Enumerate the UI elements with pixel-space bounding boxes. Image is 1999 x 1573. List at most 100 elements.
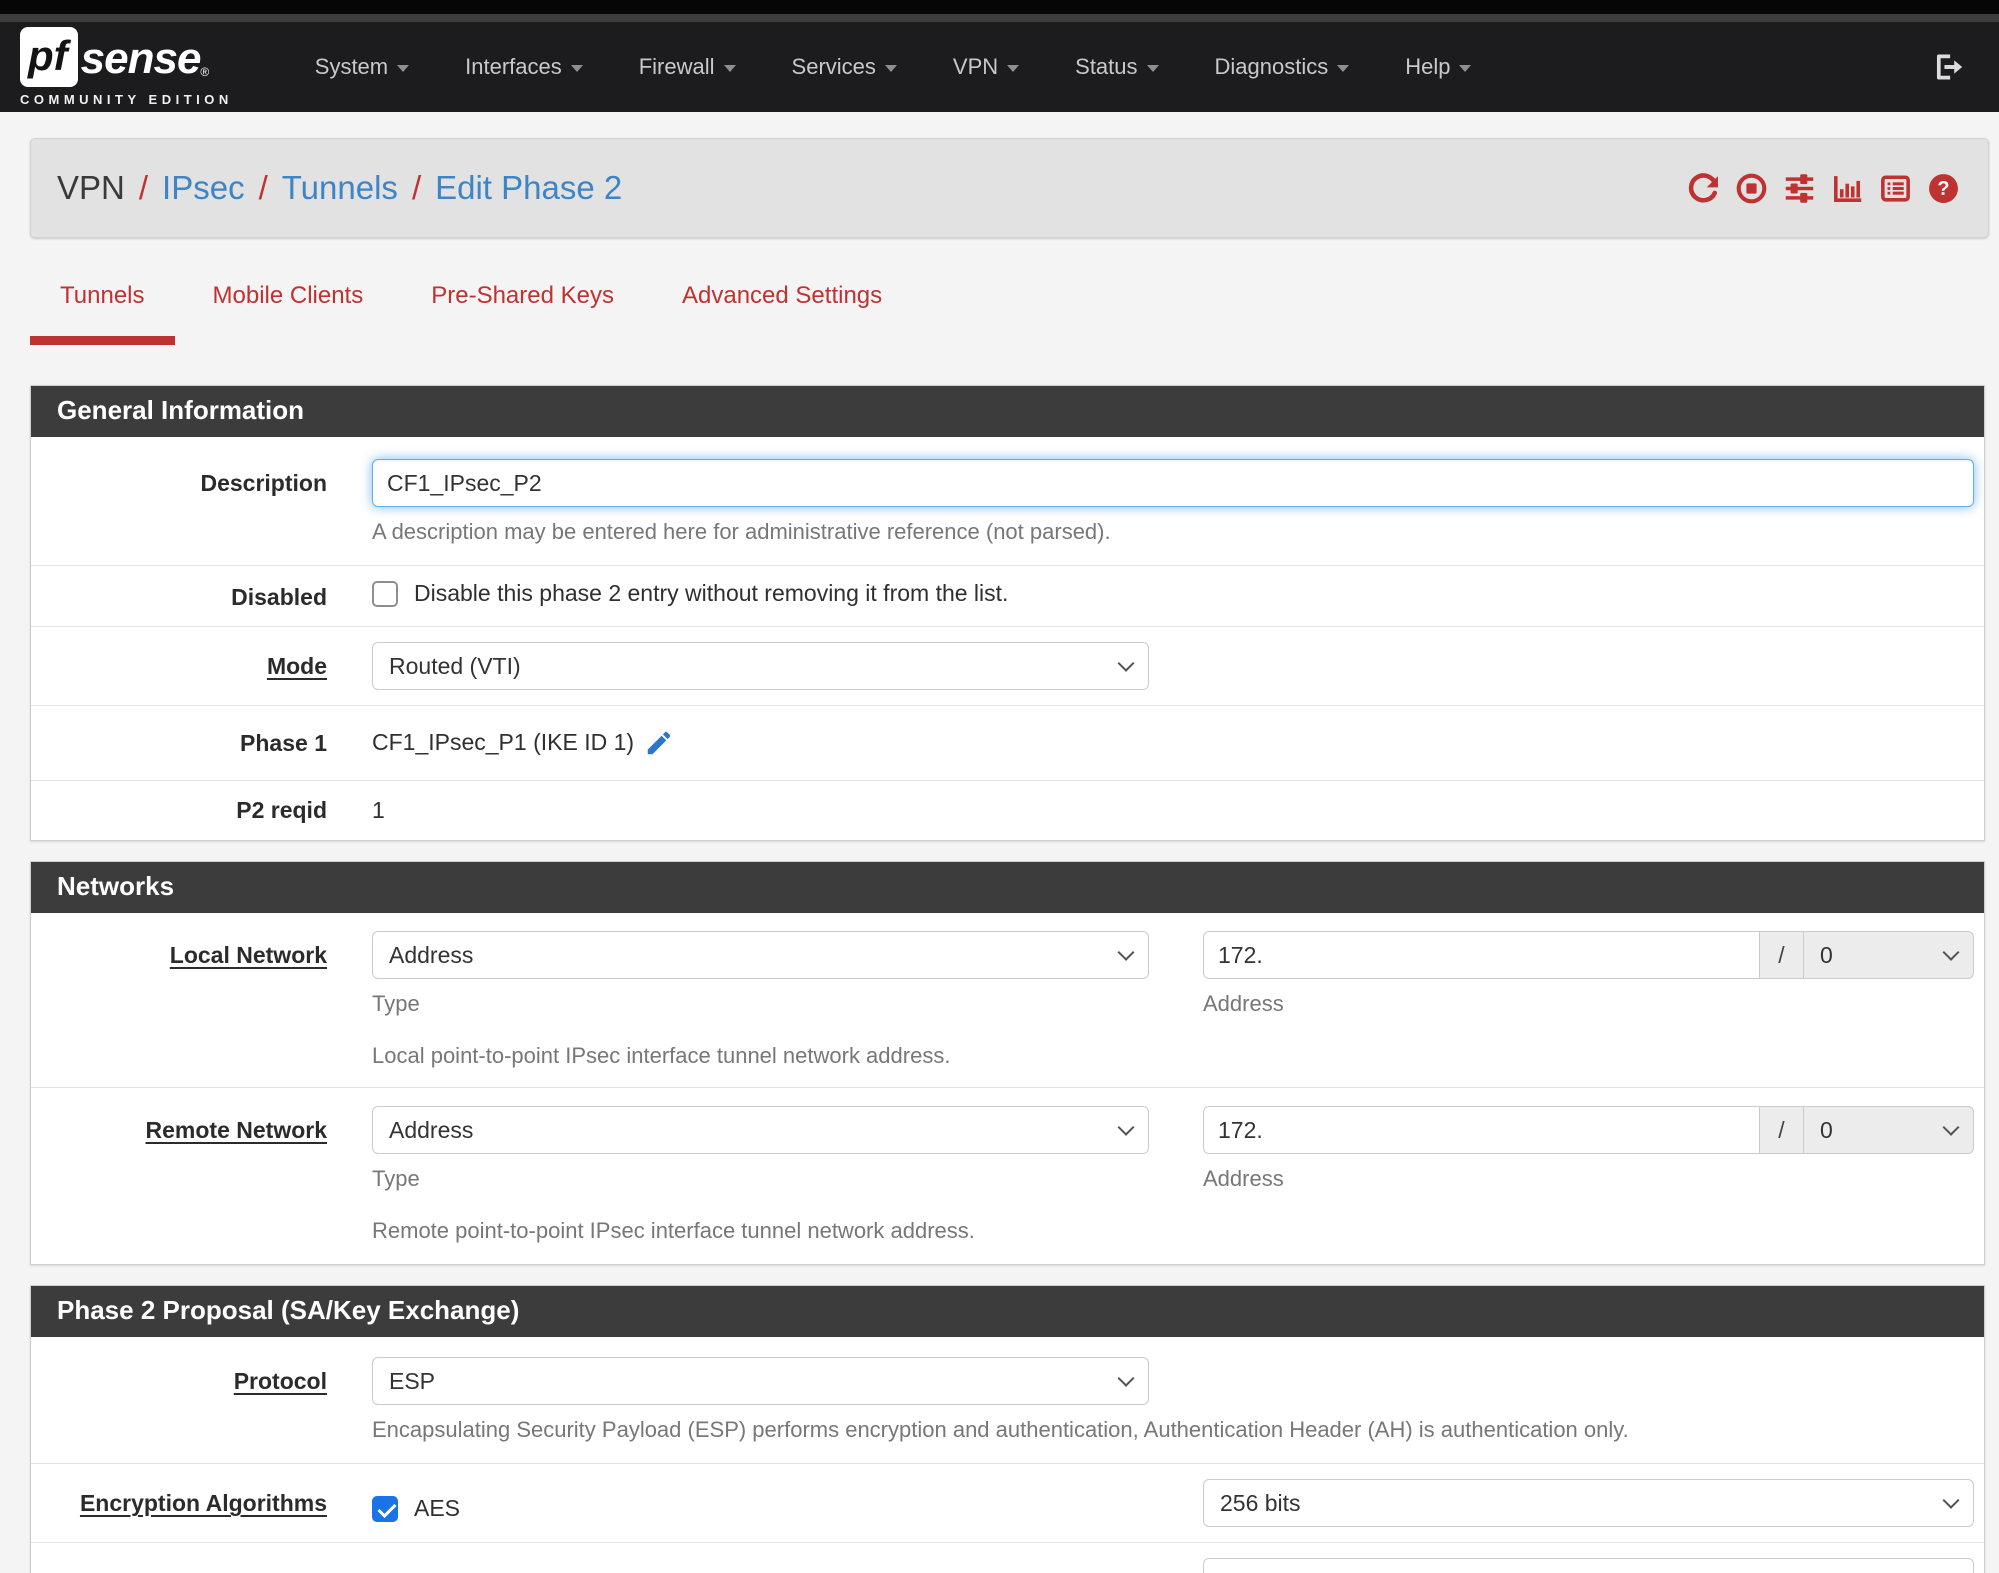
p2reqid-label: P2 reqid bbox=[236, 796, 327, 823]
refresh-icon[interactable] bbox=[1687, 172, 1720, 205]
phase1-value: CF1_IPsec_P1 (IKE ID 1) bbox=[372, 729, 635, 756]
caret-down-icon bbox=[723, 64, 736, 72]
window-top-strip bbox=[0, 0, 1999, 14]
row-remote-network: Remote Network Address Type 172. / 0 Add… bbox=[31, 1088, 1984, 1264]
stop-icon[interactable] bbox=[1735, 172, 1768, 205]
row-phase1: Phase 1 CF1_IPsec_P1 (IKE ID 1) bbox=[31, 706, 1984, 781]
section-phase2-proposal: Phase 2 Proposal (SA/Key Exchange) Proto… bbox=[30, 1285, 1985, 1573]
caret-down-icon bbox=[570, 64, 583, 72]
page-content: VPN / IPsec / Tunnels / Edit Phase 2 ? T… bbox=[0, 112, 1999, 1573]
local-network-type-help: Type bbox=[372, 991, 420, 1017]
row-encryption-aes128gcm: AES128-GCM Auto bbox=[31, 1543, 1984, 1573]
logout-icon[interactable] bbox=[1931, 50, 1965, 84]
mode-select[interactable]: Routed (VTI) bbox=[372, 641, 1149, 690]
remote-network-type-select[interactable]: Address bbox=[372, 1106, 1149, 1155]
tab-mobile-clients[interactable]: Mobile Clients bbox=[183, 282, 394, 345]
breadcrumb-link-ipsec[interactable]: IPsec bbox=[162, 169, 245, 207]
section-title: General Information bbox=[31, 386, 1984, 437]
tab-tunnels[interactable]: Tunnels bbox=[30, 282, 175, 345]
caret-down-icon bbox=[884, 64, 897, 72]
row-local-network: Local Network Address Type 172. / 0 Addr… bbox=[31, 913, 1984, 1089]
breadcrumb-separator: / bbox=[138, 169, 149, 206]
main-menu: System Interfaces Firewall Services VPN … bbox=[287, 40, 1931, 94]
mode-label[interactable]: Mode bbox=[31, 642, 327, 681]
row-encryption-aes: Encryption Algorithms AES 256 bits bbox=[31, 1464, 1984, 1544]
sliders-icon[interactable] bbox=[1783, 172, 1816, 205]
logo-community-edition: COMMUNITY EDITION bbox=[20, 92, 233, 107]
nav-item-diagnostics[interactable]: Diagnostics bbox=[1187, 40, 1378, 94]
local-network-prefix-select[interactable]: 0 bbox=[1804, 931, 1974, 980]
phase1-label: Phase 1 bbox=[240, 729, 327, 756]
breadcrumb-separator: / bbox=[258, 169, 268, 206]
local-network-address-input[interactable] bbox=[1203, 931, 1760, 980]
caret-down-icon bbox=[1459, 64, 1472, 72]
disabled-checkbox[interactable] bbox=[372, 580, 398, 607]
breadcrumb-action-icons: ? bbox=[1687, 172, 1960, 205]
prefix-separator: / bbox=[1760, 1106, 1804, 1155]
log-list-icon[interactable] bbox=[1879, 172, 1912, 205]
local-network-type-select[interactable]: Address bbox=[372, 931, 1149, 980]
nav-item-help[interactable]: Help bbox=[1377, 40, 1499, 94]
breadcrumb-current-edit-phase-2[interactable]: Edit Phase 2 bbox=[435, 169, 622, 207]
protocol-help: Encapsulating Security Payload (ESP) per… bbox=[372, 1417, 1629, 1443]
section-title: Phase 2 Proposal (SA/Key Exchange) bbox=[31, 1286, 1984, 1338]
breadcrumb-link-tunnels[interactable]: Tunnels bbox=[282, 169, 398, 207]
svg-text:?: ? bbox=[1937, 178, 1949, 200]
tab-advanced-settings[interactable]: Advanced Settings bbox=[652, 282, 912, 345]
caret-down-icon bbox=[1146, 64, 1159, 72]
row-mode: Mode Routed (VTI) bbox=[31, 627, 1984, 706]
row-disabled: Disabled Disable this phase 2 entry with… bbox=[31, 566, 1984, 627]
logo-pf-box: pf bbox=[20, 27, 78, 87]
tab-pre-shared-keys[interactable]: Pre-Shared Keys bbox=[401, 282, 644, 345]
nav-item-interfaces[interactable]: Interfaces bbox=[437, 40, 611, 94]
remote-network-description: Remote point-to-point IPsec interface tu… bbox=[372, 1218, 975, 1244]
p2reqid-value: 1 bbox=[372, 796, 385, 823]
section-title: Networks bbox=[31, 862, 1984, 914]
help-icon[interactable]: ? bbox=[1927, 172, 1960, 205]
breadcrumb-panel: VPN / IPsec / Tunnels / Edit Phase 2 ? bbox=[30, 138, 1989, 238]
window-top-strip-2 bbox=[0, 14, 1999, 22]
nav-item-vpn[interactable]: VPN bbox=[925, 40, 1047, 94]
row-description: Description A description may be entered… bbox=[31, 437, 1984, 566]
section-networks: Networks Local Network Address Type 172.… bbox=[30, 861, 1985, 1266]
bar-chart-icon[interactable] bbox=[1831, 172, 1864, 205]
remote-network-address-input[interactable] bbox=[1203, 1106, 1760, 1155]
local-network-label[interactable]: Local Network bbox=[31, 931, 327, 970]
nav-item-status[interactable]: Status bbox=[1047, 40, 1186, 94]
caret-down-icon bbox=[1337, 64, 1350, 72]
protocol-select[interactable]: ESP bbox=[372, 1357, 1149, 1406]
description-label: Description bbox=[200, 470, 327, 496]
nav-item-services[interactable]: Services bbox=[764, 40, 925, 94]
breadcrumb-section: VPN bbox=[57, 169, 125, 206]
remote-network-prefix-select[interactable]: 0 bbox=[1804, 1106, 1974, 1155]
breadcrumb-separator: / bbox=[411, 169, 422, 206]
protocol-label[interactable]: Protocol bbox=[31, 1357, 327, 1396]
prefix-separator: / bbox=[1760, 931, 1804, 980]
aes-keylength-select[interactable]: 256 bits bbox=[1203, 1479, 1974, 1528]
logo-registered-mark: ® bbox=[200, 65, 210, 79]
local-network-address-help: Address bbox=[1203, 991, 1284, 1017]
disabled-checkbox-label: Disable this phase 2 entry without remov… bbox=[414, 580, 1009, 606]
aes128gcm-keylength-select[interactable]: Auto bbox=[1203, 1558, 1974, 1573]
caret-down-icon bbox=[1007, 64, 1020, 72]
pfsense-logo[interactable]: pf sense ® COMMUNITY EDITION bbox=[20, 27, 233, 107]
row-p2reqid: P2 reqid 1 bbox=[31, 781, 1984, 841]
encryption-algorithms-label[interactable]: Encryption Algorithms bbox=[31, 1479, 327, 1518]
local-network-description: Local point-to-point IPsec interface tun… bbox=[372, 1043, 951, 1069]
row-protocol: Protocol ESP Encapsulating Security Payl… bbox=[31, 1337, 1984, 1465]
breadcrumb: VPN / IPsec / Tunnels / Edit Phase 2 bbox=[57, 169, 622, 207]
description-help: A description may be entered here for ad… bbox=[372, 519, 1111, 544]
top-navbar: pf sense ® COMMUNITY EDITION System Inte… bbox=[0, 22, 1999, 112]
description-input[interactable] bbox=[372, 459, 1974, 507]
caret-down-icon bbox=[397, 64, 410, 72]
nav-item-system[interactable]: System bbox=[287, 40, 437, 94]
remote-network-label[interactable]: Remote Network bbox=[31, 1106, 327, 1145]
remote-network-type-help: Type bbox=[372, 1166, 420, 1192]
nav-item-firewall[interactable]: Firewall bbox=[611, 40, 764, 94]
tab-bar: Tunnels Mobile Clients Pre-Shared Keys A… bbox=[30, 282, 1999, 345]
aes-checkbox[interactable] bbox=[372, 1495, 398, 1522]
section-general-information: General Information Description A descri… bbox=[30, 385, 1985, 842]
aes-checkbox-label: AES bbox=[414, 1495, 461, 1522]
logo-sense-text: sense bbox=[80, 34, 202, 83]
edit-pencil-icon[interactable] bbox=[644, 728, 674, 758]
